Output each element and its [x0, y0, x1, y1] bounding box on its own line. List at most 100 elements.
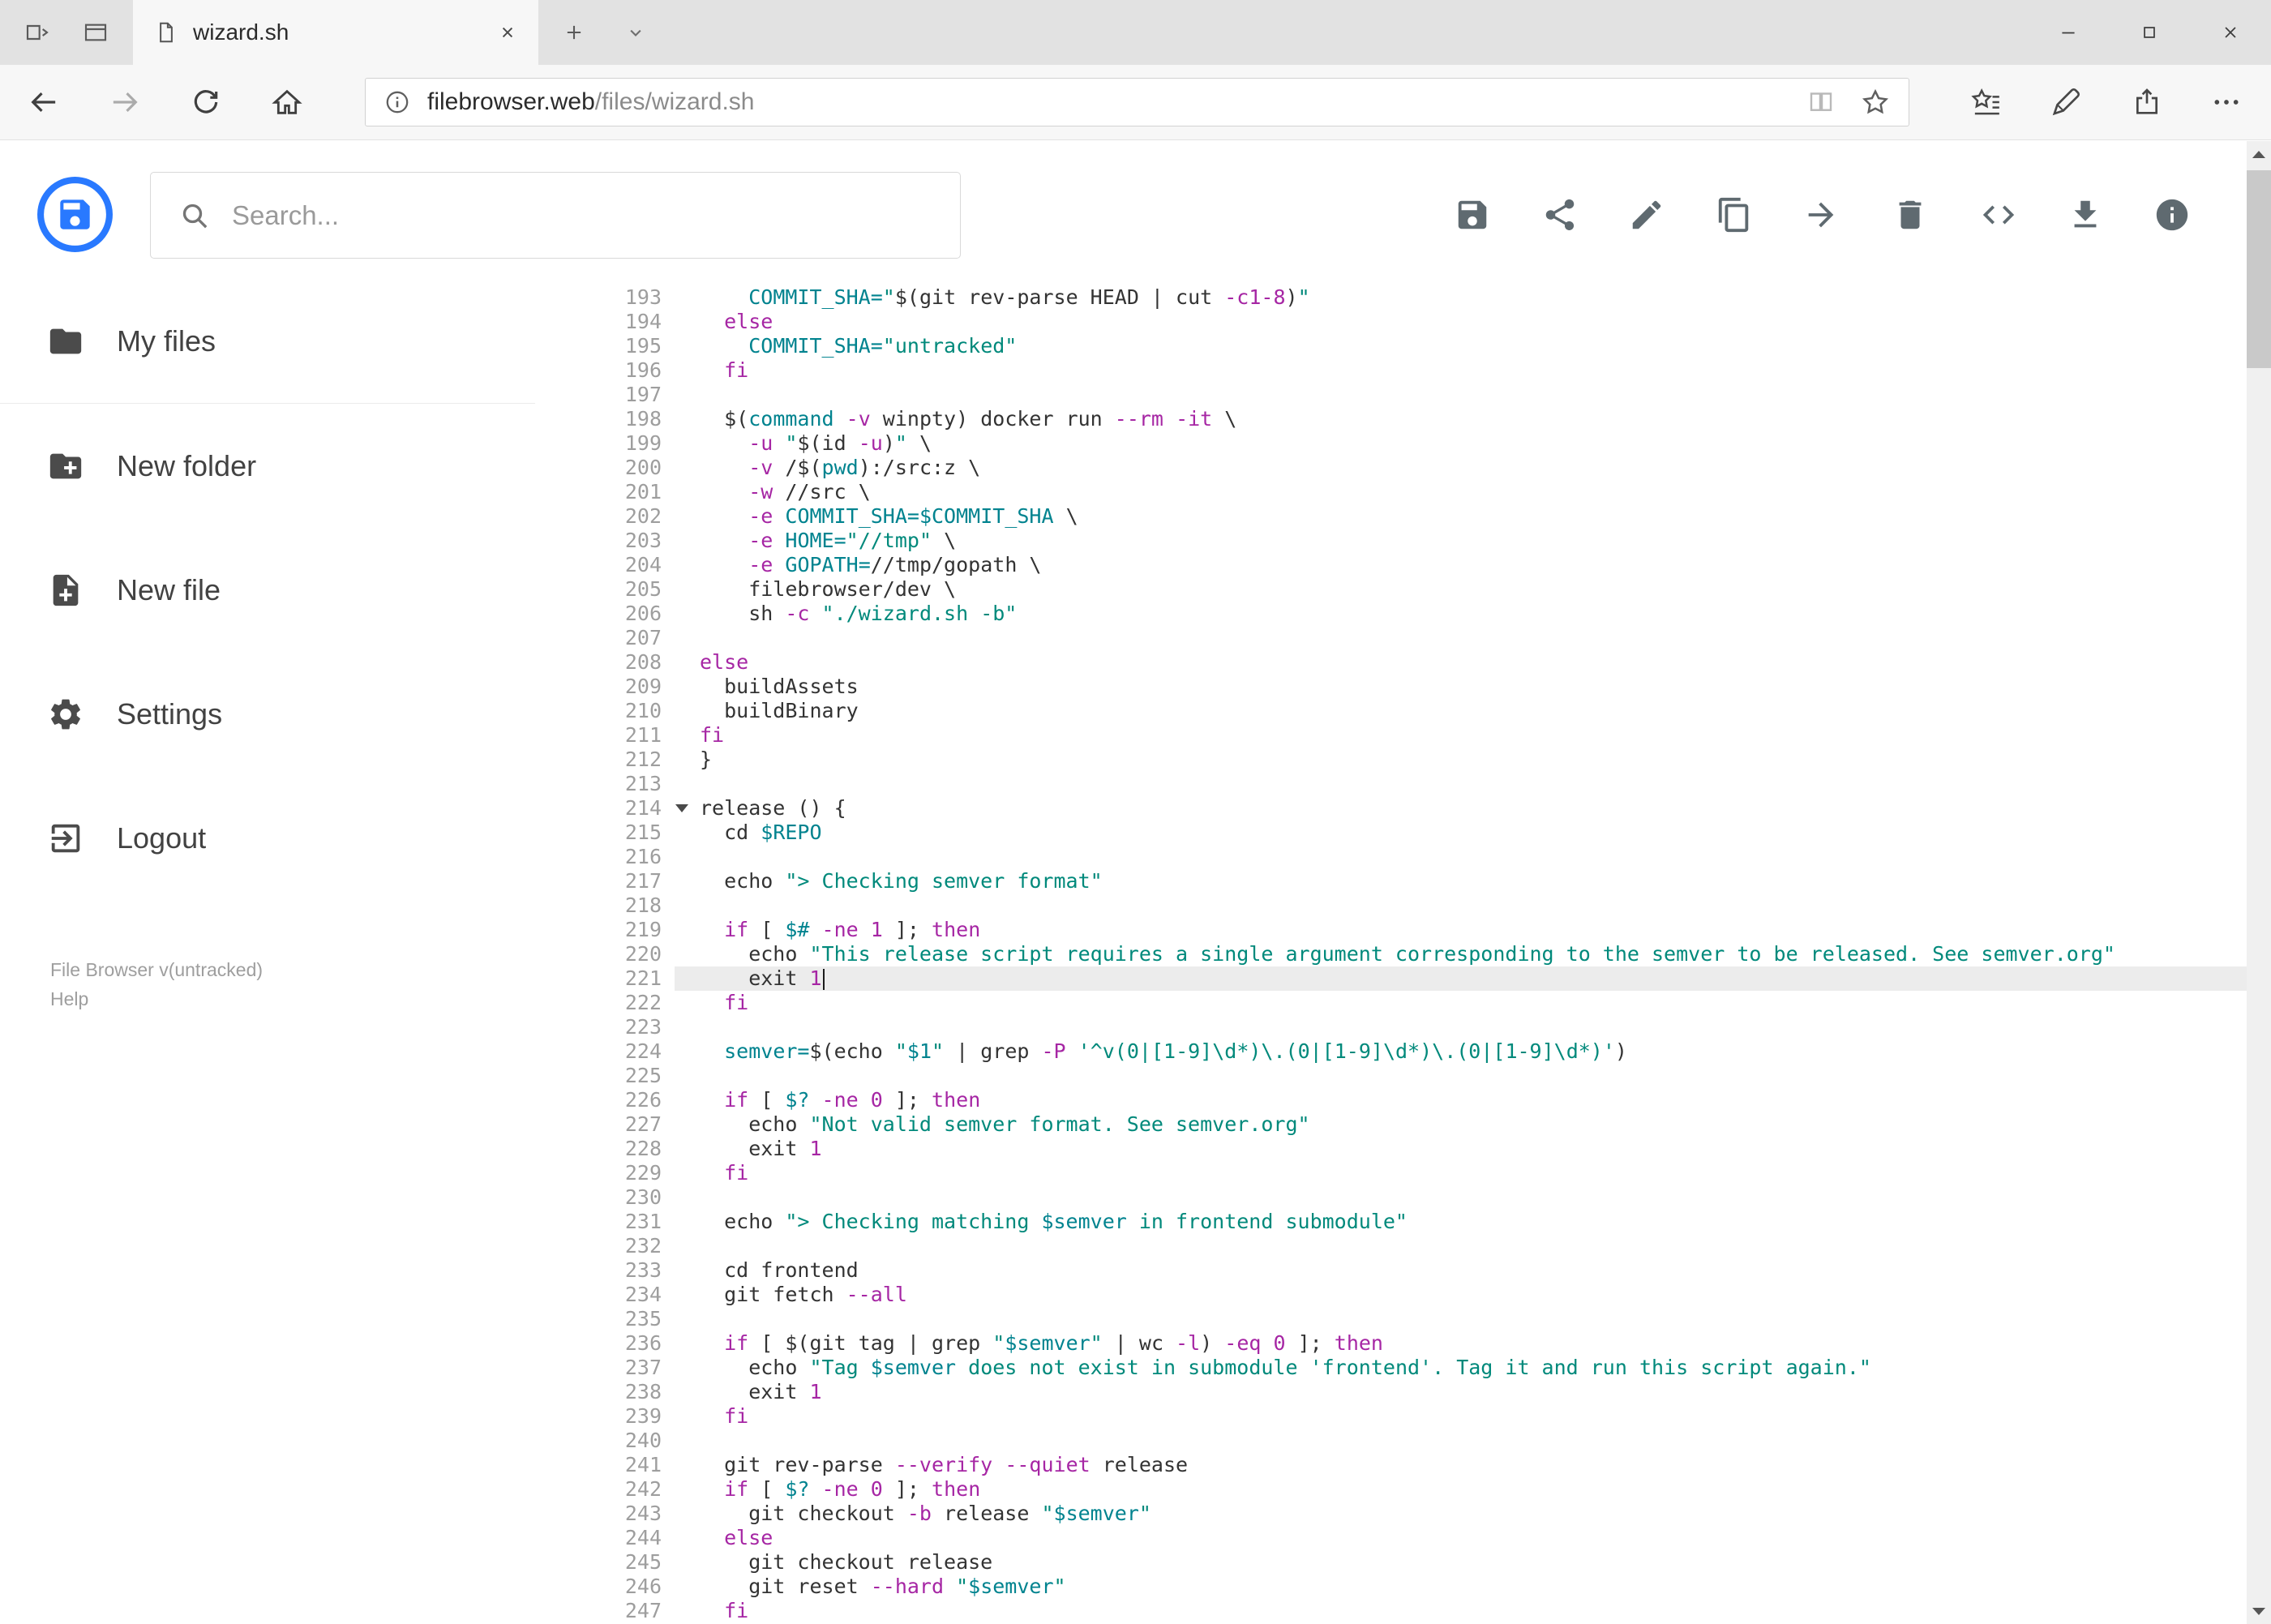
code-text[interactable]: git fetch --all	[675, 1283, 2247, 1307]
code-text[interactable]: buildAssets	[675, 675, 2247, 699]
code-text[interactable]: git rev-parse --verify --quiet release	[675, 1453, 2247, 1477]
favorite-star-icon[interactable]	[1860, 87, 1891, 118]
code-text[interactable]	[675, 1429, 2247, 1453]
tab-preview-button[interactable]	[70, 0, 122, 65]
code-text[interactable]: COMMIT_SHA="$(git rev-parse HEAD | cut -…	[675, 285, 2247, 310]
code-text[interactable]	[675, 1234, 2247, 1258]
code-text[interactable]: -u "$(id -u)" \	[675, 431, 2247, 456]
code-text[interactable]: fi	[675, 1404, 2247, 1429]
code-text[interactable]	[675, 772, 2247, 796]
code-text[interactable]	[675, 383, 2247, 407]
code-text[interactable]: release () {	[675, 796, 2247, 821]
code-text[interactable]: fi	[675, 723, 2247, 748]
set-aside-tabs-button[interactable]	[11, 0, 63, 65]
page-scrollbar[interactable]	[2247, 141, 2271, 1624]
site-info-icon[interactable]	[383, 88, 411, 116]
code-text[interactable]: filebrowser/dev \	[675, 577, 2247, 602]
code-text[interactable]: echo "Not valid semver format. See semve…	[675, 1112, 2247, 1137]
scrollbar-up-arrow[interactable]	[2247, 141, 2271, 167]
more-menu-button[interactable]	[2202, 65, 2251, 139]
code-text[interactable]: -w //src \	[675, 480, 2247, 504]
code-view-button[interactable]	[1976, 192, 2021, 238]
tab-close-button[interactable]	[486, 11, 529, 54]
code-text[interactable]	[675, 845, 2247, 869]
sidebar-item-logout[interactable]: Logout	[0, 776, 535, 900]
code-text[interactable]: }	[675, 748, 2247, 772]
code-text[interactable]: if [ $(git tag | grep "$semver" | wc -l)…	[675, 1331, 2247, 1356]
code-text[interactable]	[675, 1015, 2247, 1039]
refresh-button[interactable]	[180, 65, 232, 139]
code-text[interactable]: $(command -v winpty) docker run --rm -it…	[675, 407, 2247, 431]
code-text[interactable]	[675, 1185, 2247, 1210]
code-text[interactable]: COMMIT_SHA="untracked"	[675, 334, 2247, 358]
code-text[interactable]: sh -c "./wizard.sh -b"	[675, 602, 2247, 626]
code-text[interactable]: cd frontend	[675, 1258, 2247, 1283]
code-text[interactable]: fi	[675, 358, 2247, 383]
help-link[interactable]: Help	[50, 984, 263, 1013]
code-editor[interactable]: 193 COMMIT_SHA="$(git rev-parse HEAD | c…	[535, 270, 2247, 1624]
code-text[interactable]: exit 1	[675, 966, 2247, 991]
code-text[interactable]: else	[675, 650, 2247, 675]
share-page-button[interactable]	[2123, 65, 2171, 139]
delete-button[interactable]	[1888, 192, 1933, 238]
maximize-button[interactable]	[2109, 0, 2190, 65]
line-number: 230	[624, 1185, 662, 1209]
scrollbar-down-arrow[interactable]	[2247, 1598, 2271, 1624]
code-text[interactable]: else	[675, 310, 2247, 334]
filebrowser-logo[interactable]	[36, 175, 114, 254]
code-text[interactable]	[675, 1064, 2247, 1088]
sidebar-item-new-folder[interactable]: New folder	[0, 404, 535, 528]
code-text[interactable]: -v /$(pwd):/src:z \	[675, 456, 2247, 480]
code-text[interactable]: echo "> Checking semver format"	[675, 869, 2247, 893]
code-text[interactable]: git checkout -b release "$semver"	[675, 1502, 2247, 1526]
code-text[interactable]	[675, 626, 2247, 650]
code-text[interactable]: else	[675, 1526, 2247, 1550]
code-text[interactable]: echo "> Checking matching $semver in fro…	[675, 1210, 2247, 1234]
code-text[interactable]: echo "This release script requires a sin…	[675, 942, 2247, 966]
code-text[interactable]: fi	[675, 1161, 2247, 1185]
code-text[interactable]: -e GOPATH=//tmp/gopath \	[675, 553, 2247, 577]
sidebar-item-new-file[interactable]: New file	[0, 528, 535, 652]
code-text[interactable]: git checkout release	[675, 1550, 2247, 1575]
search-box[interactable]	[150, 172, 961, 259]
copy-button[interactable]	[1712, 192, 1757, 238]
code-text[interactable]: cd $REPO	[675, 821, 2247, 845]
fold-arrow-icon[interactable]	[675, 804, 688, 812]
address-bar[interactable]: filebrowser.web/files/wizard.sh	[365, 78, 1909, 126]
home-button[interactable]	[261, 65, 313, 139]
close-window-button[interactable]	[2190, 0, 2271, 65]
web-notes-button[interactable]	[2042, 65, 2090, 139]
back-button[interactable]	[18, 65, 70, 139]
info-button[interactable]	[2149, 192, 2195, 238]
sidebar-item-my-files[interactable]: My files	[0, 280, 535, 404]
rename-button[interactable]	[1624, 192, 1669, 238]
move-button[interactable]	[1798, 192, 1844, 238]
code-text[interactable]: fi	[675, 1599, 2247, 1623]
share-button[interactable]	[1537, 192, 1583, 238]
minimize-button[interactable]	[2028, 0, 2109, 65]
code-text[interactable]: if [ $# -ne 1 ]; then	[675, 918, 2247, 942]
code-text[interactable]: if [ $? -ne 0 ]; then	[675, 1477, 2247, 1502]
code-text[interactable]: -e HOME="//tmp" \	[675, 529, 2247, 553]
download-button[interactable]	[2063, 192, 2108, 238]
save-button[interactable]	[1450, 192, 1495, 238]
code-text[interactable]: if [ $? -ne 0 ]; then	[675, 1088, 2247, 1112]
code-text[interactable]: exit 1	[675, 1137, 2247, 1161]
code-text[interactable]: git reset --hard "$semver"	[675, 1575, 2247, 1599]
hub-favorites-button[interactable]	[1962, 65, 2011, 139]
code-text[interactable]: buildBinary	[675, 699, 2247, 723]
code-line: 203 -e HOME="//tmp" \	[535, 529, 2247, 553]
tab-list-button[interactable]	[610, 0, 662, 65]
scrollbar-thumb[interactable]	[2247, 170, 2271, 368]
code-text[interactable]	[675, 893, 2247, 918]
search-input[interactable]	[232, 199, 960, 231]
sidebar-item-settings[interactable]: Settings	[0, 652, 535, 776]
code-text[interactable]: -e COMMIT_SHA=$COMMIT_SHA \	[675, 504, 2247, 529]
code-text[interactable]	[675, 1307, 2247, 1331]
code-text[interactable]: echo "Tag $semver does not exist in subm…	[675, 1356, 2247, 1380]
code-text[interactable]: exit 1	[675, 1380, 2247, 1404]
browser-tab[interactable]: wizard.sh	[133, 0, 538, 65]
code-text[interactable]: fi	[675, 991, 2247, 1015]
code-text[interactable]: semver=$(echo "$1" | grep -P '^v(0|[1-9]…	[675, 1039, 2247, 1064]
new-tab-button[interactable]	[548, 0, 600, 65]
